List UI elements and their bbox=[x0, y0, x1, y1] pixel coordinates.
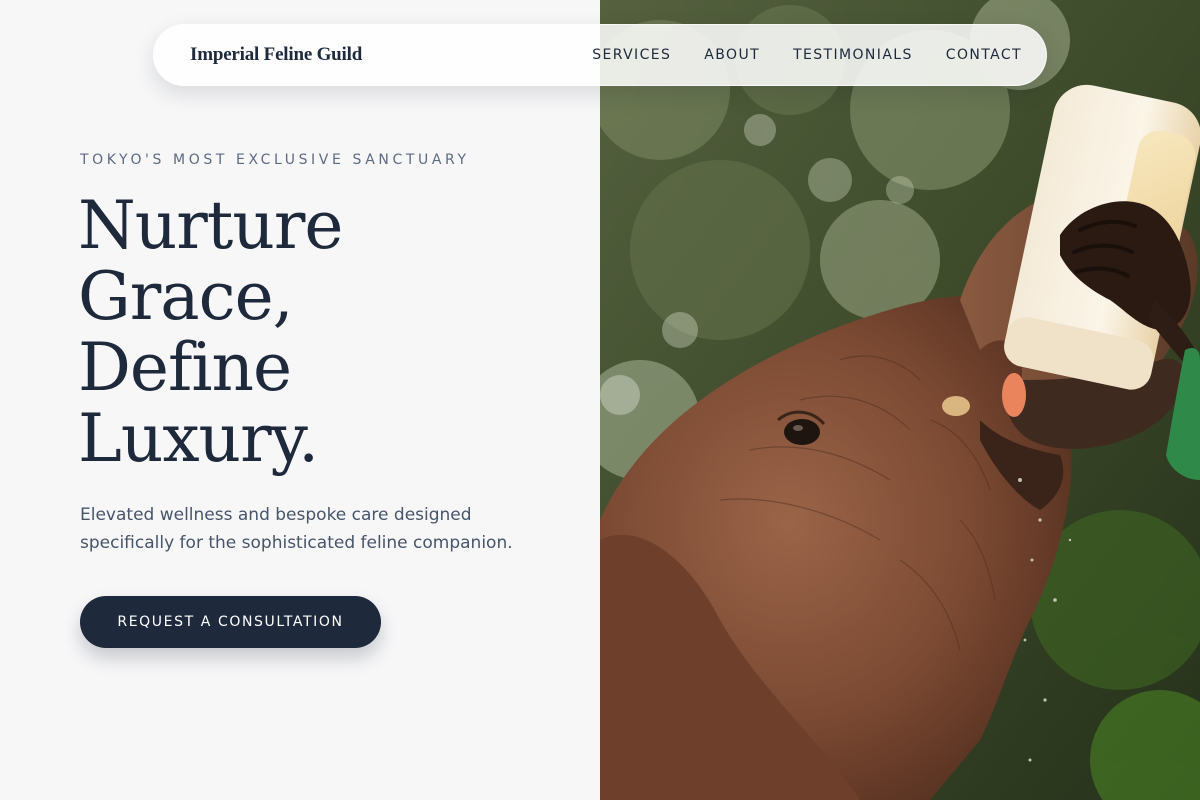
headline-line: Define bbox=[78, 329, 292, 406]
subtitle-line: specifically for the sophisticated felin… bbox=[80, 533, 513, 553]
hero-image bbox=[600, 0, 1200, 800]
hero-subtitle: Elevated wellness and bespoke care desig… bbox=[80, 501, 550, 557]
nav-link-services[interactable]: SERVICES bbox=[592, 47, 671, 63]
nav-link-testimonials[interactable]: TESTIMONIALS bbox=[793, 47, 913, 63]
headline-line: Luxury. bbox=[78, 400, 319, 477]
brand-logo[interactable]: Imperial Feline Guild bbox=[190, 44, 362, 66]
nav-link-about[interactable]: ABOUT bbox=[704, 47, 760, 63]
request-consultation-button[interactable]: REQUEST A CONSULTATION bbox=[80, 596, 381, 648]
headline-line: Nurture bbox=[78, 187, 343, 264]
headline-line: Grace, bbox=[78, 258, 294, 335]
elephant-feeding-photo bbox=[600, 0, 1200, 800]
hero-section: TOKYO'S MOST EXCLUSIVE SANCTUARY Nurture… bbox=[0, 0, 600, 800]
top-nav: Imperial Feline Guild SERVICES ABOUT TES… bbox=[153, 24, 1047, 86]
nav-links: SERVICES ABOUT TESTIMONIALS CONTACT bbox=[559, 25, 1022, 85]
hero-eyebrow: TOKYO'S MOST EXCLUSIVE SANCTUARY bbox=[80, 152, 470, 168]
hero-headline: Nurture Grace, Define Luxury. bbox=[78, 187, 343, 477]
nav-link-contact[interactable]: CONTACT bbox=[946, 47, 1022, 63]
subtitle-line: Elevated wellness and bespoke care desig… bbox=[80, 505, 472, 525]
